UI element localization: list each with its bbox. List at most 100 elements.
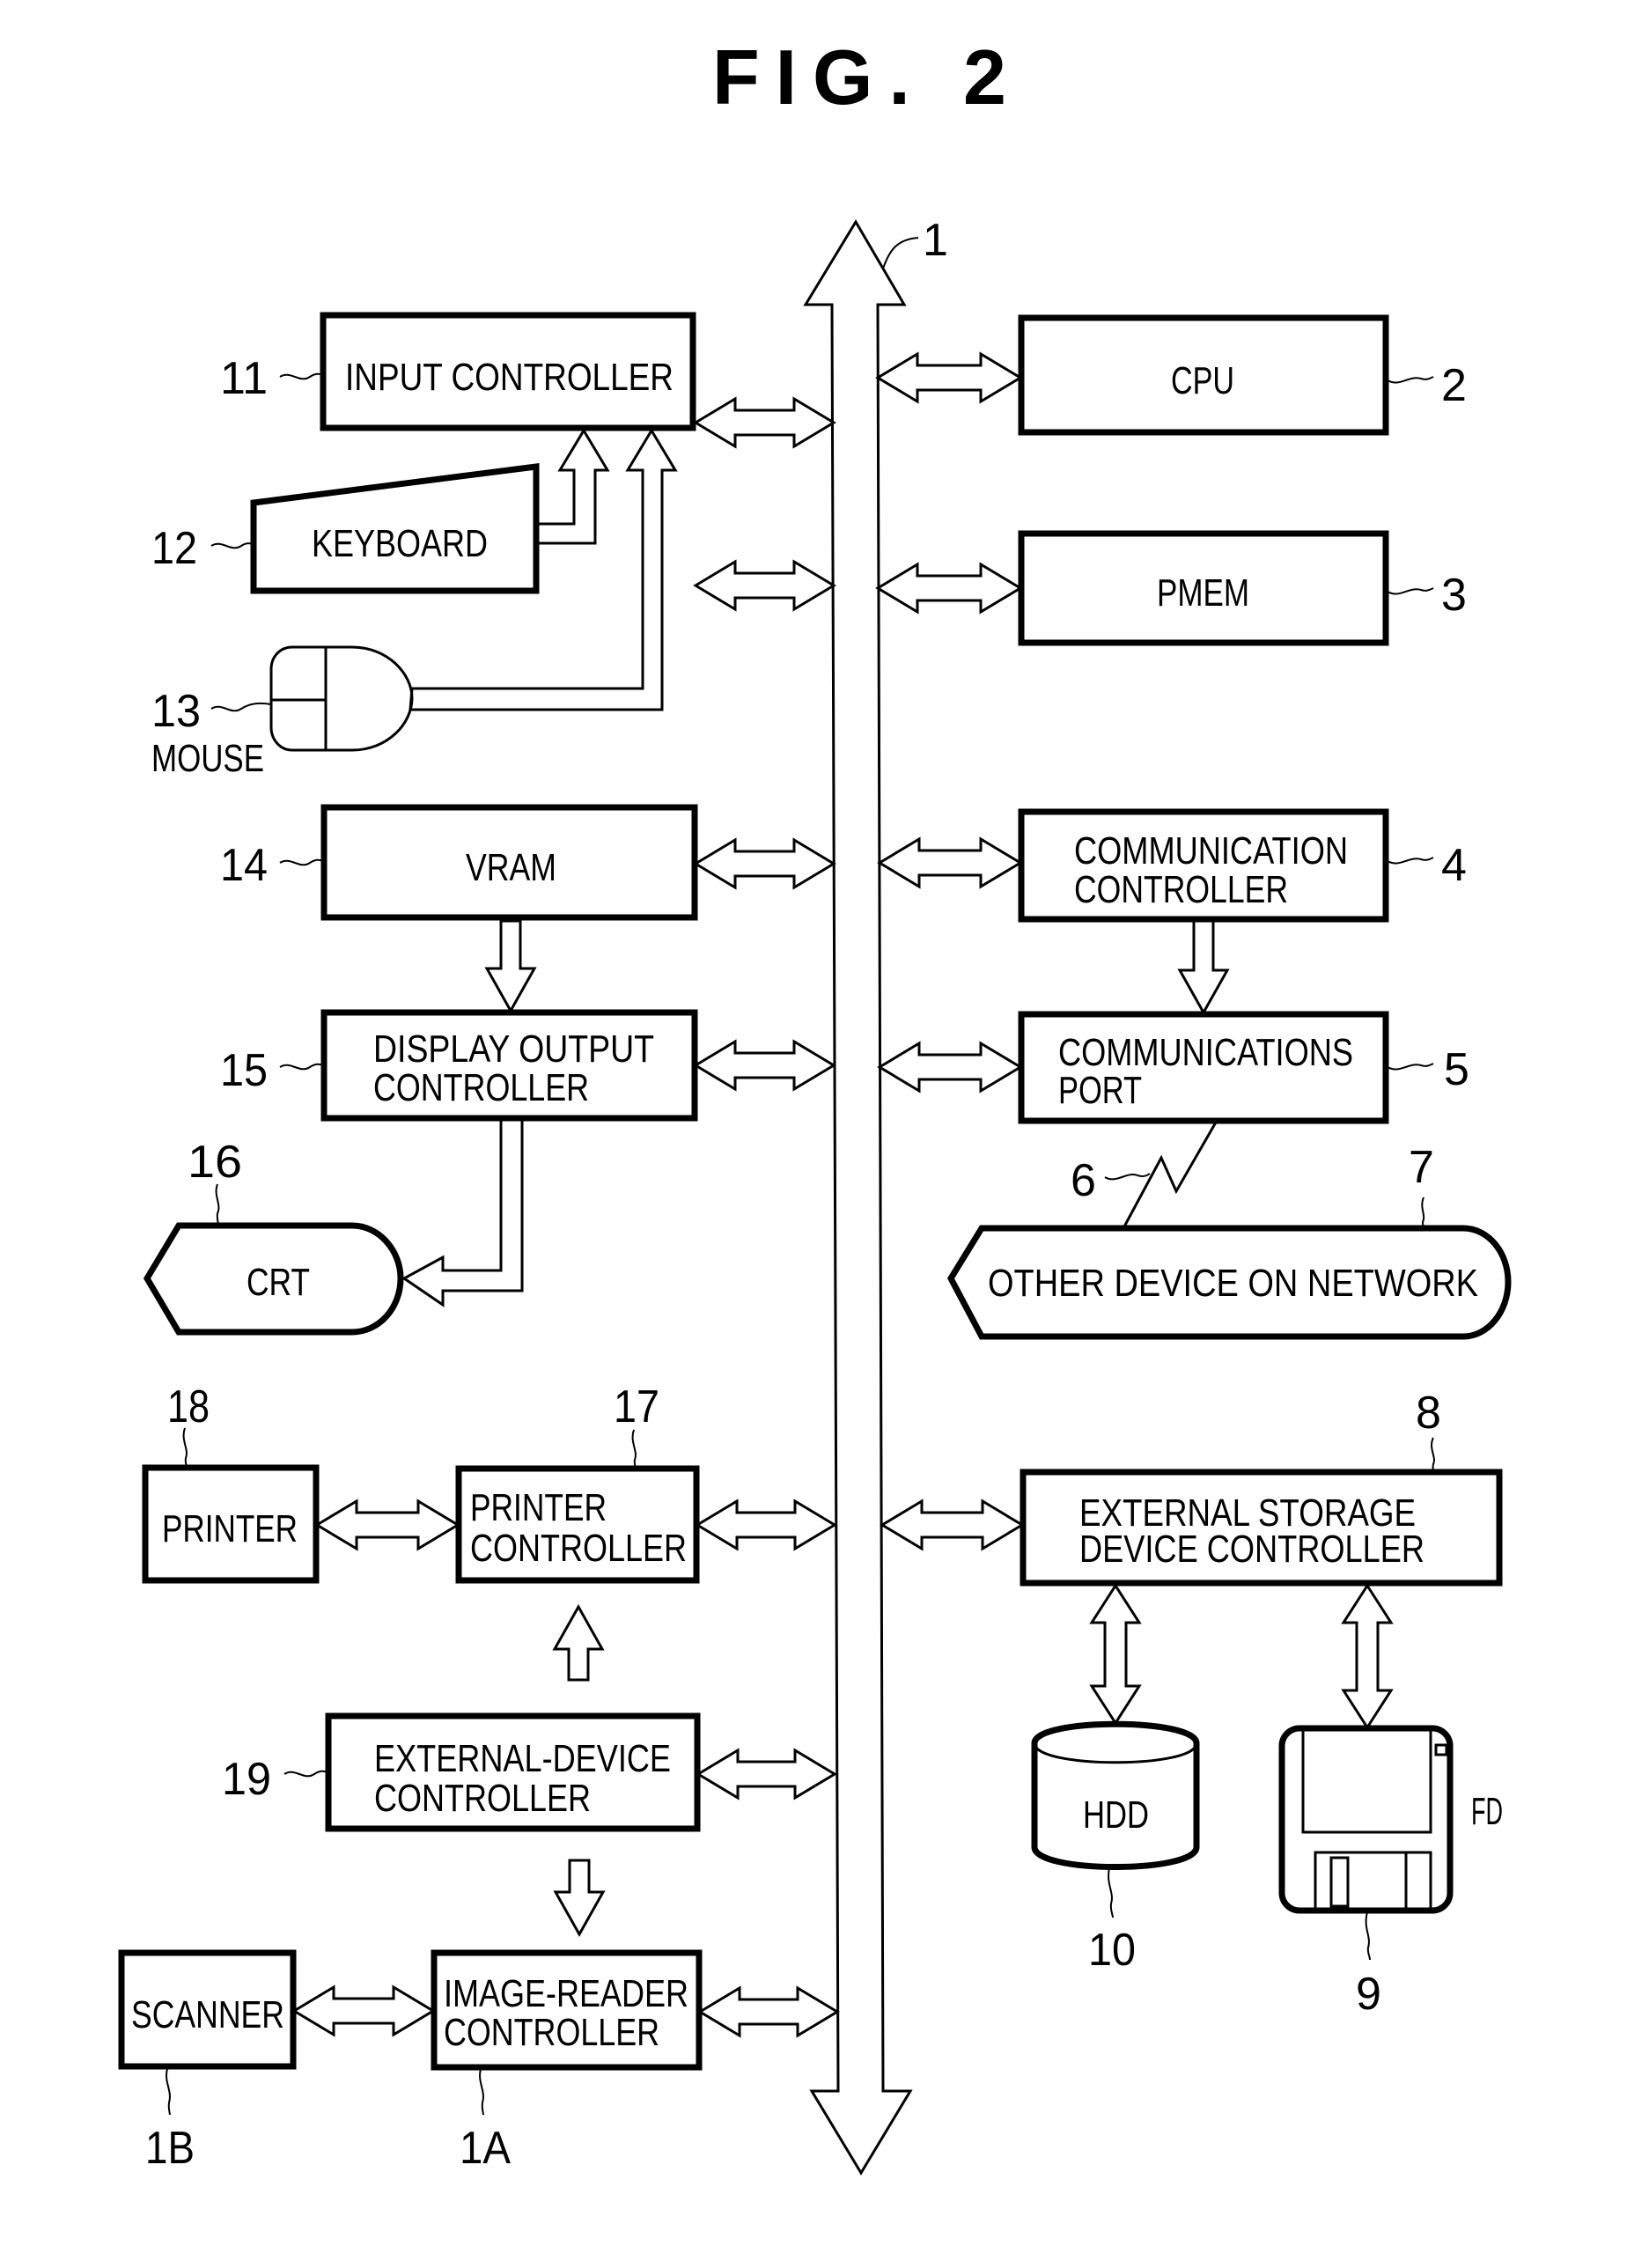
vram-bus-arrow xyxy=(693,837,836,890)
scanner-leader xyxy=(166,2068,171,2116)
image-reader-controller-label-line2: CONTROLLER xyxy=(444,2011,659,2054)
mouse-label: MOUSE xyxy=(151,737,264,780)
communications-port-ref: 5 xyxy=(1444,1044,1469,1095)
external-storage-controller-label-line2: DEVICE CONTROLLER xyxy=(1079,1528,1424,1571)
external-device-to-printer-controller-arrow xyxy=(552,1603,605,1682)
input-controller-bus-arrow xyxy=(693,396,836,449)
external-storage-to-fd-arrow xyxy=(1341,1583,1394,1730)
external-storage-controller-leader xyxy=(1431,1437,1435,1473)
figure-title: FIG. 2 xyxy=(712,33,1006,121)
printer-controller-label-line2: CONTROLLER xyxy=(470,1527,687,1570)
display-output-to-crt-arrow xyxy=(401,1116,524,1307)
cpu-leader xyxy=(1387,376,1434,384)
display-output-controller-block: DISPLAY OUTPUT CONTROLLER 15 xyxy=(220,1009,698,1122)
hdd-ref: 10 xyxy=(1088,1925,1136,1976)
fd-outline xyxy=(1278,1725,1454,1914)
communications-port-leader xyxy=(1387,1063,1434,1071)
external-storage-to-hdd-arrow xyxy=(1089,1583,1142,1726)
printer-ref: 18 xyxy=(167,1381,210,1432)
display-output-controller-label-line2: CONTROLLER xyxy=(373,1066,589,1109)
other-device-ref: 7 xyxy=(1409,1142,1434,1193)
printer-controller-leader xyxy=(631,1429,637,1469)
external-device-controller-label-line1: EXTERNAL-DEVICE xyxy=(374,1737,671,1780)
bus-arrow-shape xyxy=(803,219,913,2176)
network-ref: 6 xyxy=(1071,1155,1096,1206)
communications-port-bus-arrow xyxy=(877,1041,1023,1094)
printer-to-printer-controller-arrow xyxy=(314,1498,460,1551)
communications-port-label-line2: PORT xyxy=(1058,1069,1142,1112)
input-controller-block: INPUT CONTROLLER 11 xyxy=(220,312,696,431)
vram-ref: 14 xyxy=(220,840,268,891)
printer-leader xyxy=(182,1427,188,1469)
fd-block: FD 9 xyxy=(1278,1725,1503,2020)
external-storage-controller-block: EXTERNAL STORAGE DEVICE CONTROLLER 8 xyxy=(1020,1388,1503,1587)
pmem-leader xyxy=(1387,587,1434,595)
external-device-to-image-reader-arrow xyxy=(553,1859,606,1938)
communication-controller-block: COMMUNICATION CONTROLLER 4 xyxy=(1018,808,1467,923)
vram-leader xyxy=(279,858,325,866)
other-device-leader xyxy=(1421,1197,1425,1229)
hdd-block: HDD 10 xyxy=(1031,1720,1200,1976)
external-device-controller-block: EXTERNAL-DEVICE CONTROLLER 19 xyxy=(222,1712,701,1832)
hdd-leader xyxy=(1108,1867,1114,1918)
fd-leader xyxy=(1365,1911,1371,1961)
communication-controller-bus-arrow xyxy=(877,836,1023,889)
printer-block: PRINTER 18 xyxy=(142,1381,320,1584)
display-output-controller-bus-arrow xyxy=(693,1039,836,1092)
pmem-label: PMEM xyxy=(1157,571,1249,615)
communication-controller-label-line2: CONTROLLER xyxy=(1074,868,1288,911)
crt-block: CRT 16 xyxy=(143,1137,404,1336)
auxiliary-bus-arrow xyxy=(693,559,836,612)
scanner-ref: 1B xyxy=(145,2123,195,2174)
other-device-label: OTHER DEVICE ON NETWORK xyxy=(988,1262,1478,1305)
external-storage-controller-bus-arrow xyxy=(880,1498,1025,1551)
communication-controller-label-line1: COMMUNICATION xyxy=(1074,829,1348,873)
mouse-block: 13 MOUSE xyxy=(151,645,414,780)
crt-label: CRT xyxy=(247,1261,310,1304)
scanner-label: SCANNER xyxy=(131,1993,284,2036)
pmem-block: PMEM 3 xyxy=(1018,530,1467,646)
pmem-ref: 3 xyxy=(1441,570,1467,621)
cpu-block: CPU 2 xyxy=(1018,314,1467,436)
keyboard-label: KEYBOARD xyxy=(312,522,488,565)
scanner-block: SCANNER 1B xyxy=(118,1949,297,2174)
input-controller-label: INPUT CONTROLLER xyxy=(345,356,674,399)
printer-controller-bus-arrow xyxy=(695,1498,837,1551)
image-reader-controller-bus-arrow xyxy=(697,1985,840,2038)
display-output-controller-label-line1: DISPLAY OUTPUT xyxy=(373,1027,654,1071)
communications-port-block: COMMUNICATIONS PORT 5 xyxy=(1018,1011,1469,1124)
image-reader-controller-ref: 1A xyxy=(460,2123,511,2174)
keyboard-block: KEYBOARD 12 xyxy=(151,463,540,594)
external-device-controller-ref: 19 xyxy=(222,1754,271,1805)
image-reader-controller-leader xyxy=(479,2068,484,2116)
bus-ref: 1 xyxy=(923,215,948,266)
display-output-controller-leader xyxy=(279,1063,325,1071)
keyboard-ref: 12 xyxy=(151,523,197,574)
communication-controller-to-port-arrow xyxy=(1177,919,1230,1016)
external-device-controller-label-line2: CONTROLLER xyxy=(374,1777,591,1820)
mouse-ref: 13 xyxy=(151,686,201,737)
external-storage-controller-ref: 8 xyxy=(1416,1388,1441,1439)
fd-label: FD xyxy=(1471,1790,1503,1833)
printer-controller-ref: 17 xyxy=(614,1381,659,1432)
image-reader-controller-block: IMAGE-READER CONTROLLER 1A xyxy=(431,1949,703,2174)
communication-controller-ref: 4 xyxy=(1441,840,1467,891)
network-leader xyxy=(1104,1173,1151,1181)
network-connection: 6 xyxy=(1071,1120,1218,1229)
pmem-bus-arrow xyxy=(875,562,1023,615)
crt-ref: 16 xyxy=(188,1137,242,1188)
keyboard-to-input-controller-arrow xyxy=(534,428,610,545)
printer-controller-label-line1: PRINTER xyxy=(470,1486,607,1529)
system-bus: 1 xyxy=(803,215,948,2176)
keyboard-leader xyxy=(210,542,254,549)
vram-label: VRAM xyxy=(466,846,556,889)
communications-port-label-line1: COMMUNICATIONS xyxy=(1058,1031,1353,1074)
scanner-to-image-reader-arrow xyxy=(291,1984,436,2037)
printer-controller-block: PRINTER CONTROLLER 17 xyxy=(455,1381,700,1584)
hdd-label: HDD xyxy=(1083,1793,1149,1837)
mouse-leader xyxy=(210,702,272,712)
fd-ref: 9 xyxy=(1356,1969,1381,2020)
external-device-controller-bus-arrow xyxy=(696,1748,837,1800)
communication-controller-leader xyxy=(1387,857,1434,865)
input-controller-ref: 11 xyxy=(220,353,268,404)
